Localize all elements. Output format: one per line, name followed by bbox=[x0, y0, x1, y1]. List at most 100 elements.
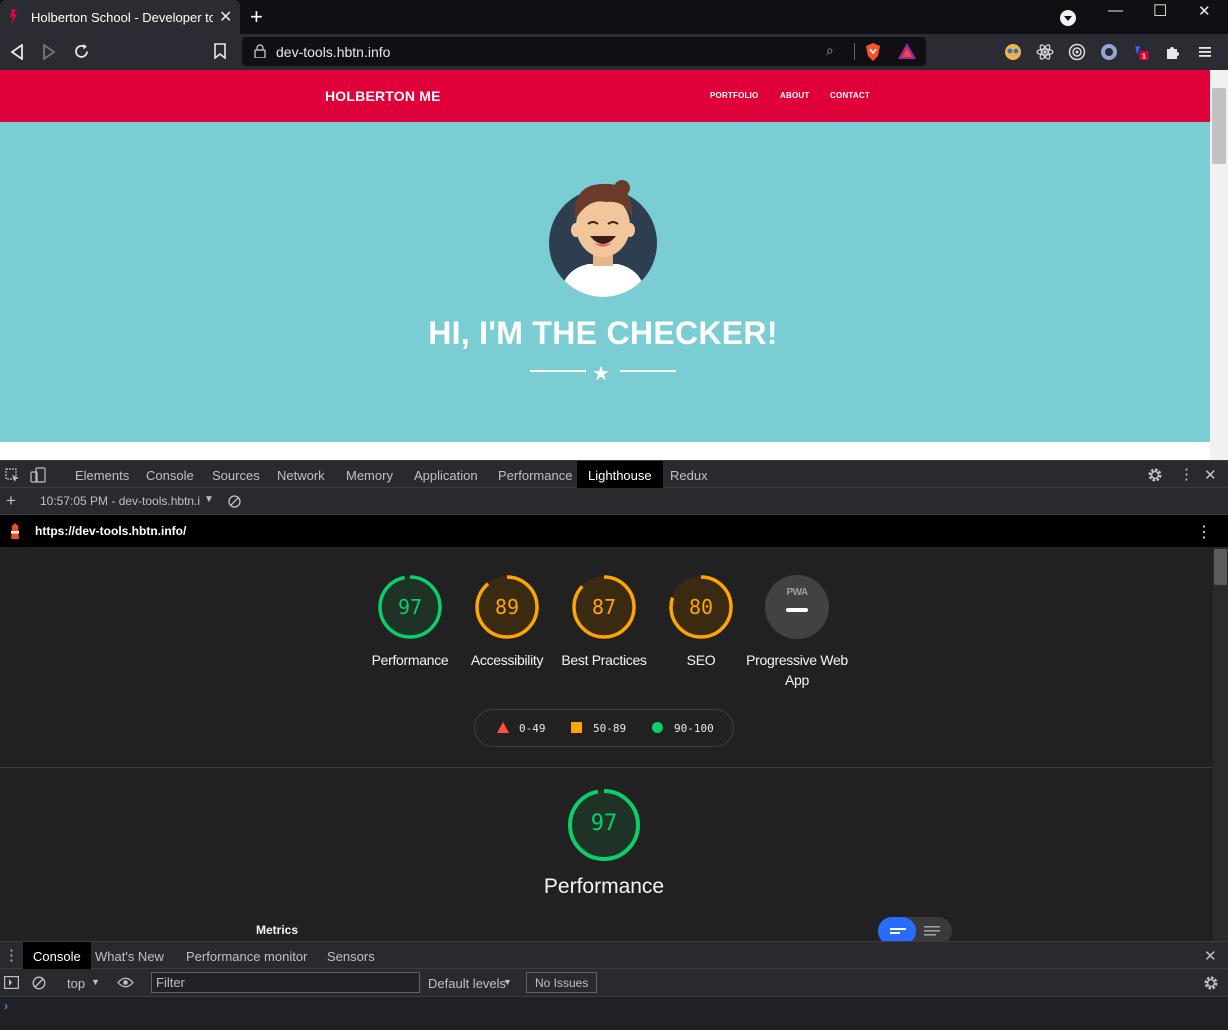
gauge-pwa[interactable]: PWA Progressive Web App bbox=[746, 575, 848, 705]
gauge-accessibility[interactable]: 89 Accessibility bbox=[462, 575, 552, 705]
close-drawer-icon[interactable]: ✕ bbox=[1204, 947, 1217, 965]
lighthouse-logo-icon bbox=[11, 523, 19, 539]
issues-button[interactable]: No Issues bbox=[526, 972, 598, 993]
gauge-score: 80 bbox=[688, 595, 714, 619]
console-toolbar: top ▼ Default levels ▼ No Issues bbox=[0, 969, 1228, 997]
address-separator bbox=[854, 43, 855, 60]
levels-chevron-down-icon[interactable]: ▼ bbox=[503, 977, 512, 987]
tab-application[interactable]: Application bbox=[414, 468, 478, 483]
context-selector[interactable]: top bbox=[67, 976, 85, 991]
tab-network[interactable]: Network bbox=[277, 468, 325, 483]
performance-section-score: 97 bbox=[590, 811, 618, 836]
page-scrollbar-thumb[interactable] bbox=[1212, 88, 1226, 164]
console-prompt[interactable]: › bbox=[4, 999, 8, 1013]
performance-section-gauge: 97 bbox=[566, 787, 642, 863]
react-devtools-icon[interactable] bbox=[1036, 43, 1054, 61]
gauge-best-practices[interactable]: 87 Best Practices bbox=[559, 575, 649, 705]
report-menu-icon[interactable]: ⋮ bbox=[1196, 522, 1212, 542]
extensions-puzzle-icon[interactable] bbox=[1164, 43, 1182, 61]
eye-icon[interactable] bbox=[117, 977, 134, 988]
clear-console-icon[interactable] bbox=[32, 976, 46, 990]
close-devtools-icon[interactable]: ✕ bbox=[1204, 466, 1217, 484]
back-icon[interactable] bbox=[10, 44, 24, 60]
browser-tab[interactable]: Holberton School - Developer tools ✕ bbox=[0, 0, 240, 34]
web-page-viewport: HOLBERTON ME PORTFOLIO ABOUT CONTACT HI,… bbox=[0, 70, 1228, 460]
reload-icon[interactable] bbox=[73, 43, 90, 60]
report-url[interactable]: https://dev-tools.hbtn.info/ bbox=[35, 524, 186, 538]
console-output[interactable]: › bbox=[0, 997, 1228, 1030]
tab-elements[interactable]: Elements bbox=[75, 468, 129, 483]
pwa-dash bbox=[786, 608, 808, 612]
tab-search-dropdown-icon[interactable] bbox=[1060, 10, 1076, 26]
device-toolbar-icon[interactable] bbox=[30, 467, 46, 483]
filter-field[interactable] bbox=[152, 973, 419, 992]
toggle-compact-view[interactable] bbox=[878, 917, 916, 941]
address-bar[interactable]: dev-tools.hbtn.info ⌕ bbox=[242, 37, 926, 66]
holberton-favicon-icon bbox=[10, 9, 17, 25]
sidebar-toggle-icon[interactable] bbox=[4, 976, 19, 989]
metrics-heading: Metrics bbox=[256, 923, 299, 937]
drawer-tab-performance-monitor[interactable]: Performance monitor bbox=[186, 949, 307, 964]
context-chevron-down-icon[interactable]: ▼ bbox=[91, 977, 100, 987]
new-report-icon[interactable]: + bbox=[6, 491, 16, 511]
gauge-label: Best Practices bbox=[561, 652, 647, 668]
more-options-icon[interactable]: ⋮ bbox=[1179, 465, 1194, 483]
report-scrollbar-thumb[interactable] bbox=[1214, 549, 1227, 585]
page-scrollbar[interactable] bbox=[1210, 70, 1228, 460]
expanded-view-icon[interactable] bbox=[924, 925, 940, 936]
log-levels-dropdown[interactable]: Default levels bbox=[428, 976, 506, 991]
url-text[interactable]: dev-tools.hbtn.info bbox=[276, 44, 390, 60]
gauge-seo[interactable]: 80 SEO bbox=[656, 575, 746, 705]
nav-link-about[interactable]: ABOUT bbox=[780, 91, 809, 100]
settings-gear-icon[interactable] bbox=[1147, 467, 1163, 483]
chevron-down-icon[interactable]: ▼ bbox=[204, 494, 214, 505]
site-brand[interactable]: HOLBERTON ME bbox=[325, 88, 441, 104]
console-filter-input[interactable] bbox=[151, 972, 420, 993]
extension-face-icon[interactable] bbox=[1004, 43, 1022, 61]
drawer-tab-whats-new[interactable]: What's New bbox=[95, 949, 164, 964]
gauge-performance[interactable]: 97 Performance bbox=[365, 575, 455, 705]
window-close-icon[interactable]: ✕ bbox=[1198, 2, 1211, 36]
blue-circle-extension-icon[interactable] bbox=[1100, 43, 1118, 61]
tab-console[interactable]: Console bbox=[146, 468, 194, 483]
minimize-icon[interactable]: — bbox=[1108, 2, 1123, 36]
notification-extension-icon[interactable]: 1 bbox=[1132, 43, 1150, 61]
nav-link-contact[interactable]: CONTACT bbox=[830, 91, 870, 100]
browser-tab-title: Holberton School - Developer tools bbox=[31, 10, 213, 25]
target-extension-icon[interactable] bbox=[1068, 43, 1086, 61]
drawer-menu-icon[interactable]: ⋮ bbox=[4, 946, 19, 964]
tab-lighthouse[interactable]: Lighthouse bbox=[577, 461, 663, 488]
tab-performance[interactable]: Performance bbox=[498, 468, 572, 483]
browser-menu-icon[interactable] bbox=[1196, 43, 1214, 61]
brave-shields-icon[interactable] bbox=[865, 43, 881, 61]
legend-average: 50-89 bbox=[593, 722, 627, 735]
avatar bbox=[549, 180, 657, 297]
tab-sources[interactable]: Sources bbox=[212, 468, 260, 483]
zoom-icon[interactable]: ⌕ bbox=[826, 42, 834, 59]
gauge-score: 87 bbox=[591, 595, 617, 619]
clear-reports-icon[interactable] bbox=[228, 495, 241, 508]
gauge-label: SEO bbox=[686, 652, 716, 668]
brave-rewards-icon[interactable] bbox=[898, 43, 916, 59]
legend-fail: 0-49 bbox=[519, 722, 546, 735]
drawer-tab-console[interactable]: Console bbox=[23, 942, 91, 969]
report-scrollbar[interactable] bbox=[1213, 547, 1228, 941]
lock-icon[interactable] bbox=[254, 44, 266, 58]
inspect-element-icon[interactable] bbox=[5, 468, 20, 483]
hero-title: HI, I'M THE CHECKER! bbox=[428, 315, 778, 351]
compact-view-icon bbox=[890, 928, 906, 934]
nav-link-portfolio[interactable]: PORTFOLIO bbox=[710, 91, 758, 100]
console-settings-gear-icon[interactable] bbox=[1203, 975, 1219, 991]
tab-redux[interactable]: Redux bbox=[670, 468, 708, 483]
maximize-icon[interactable]: ☐ bbox=[1153, 1, 1167, 35]
drawer-tab-sensors[interactable]: Sensors bbox=[327, 949, 375, 964]
score-legend: 0-49 50-89 90-100 bbox=[474, 709, 734, 747]
metrics-view-toggle[interactable] bbox=[878, 917, 952, 941]
close-tab-icon[interactable]: ✕ bbox=[219, 7, 232, 27]
tab-memory[interactable]: Memory bbox=[346, 468, 393, 483]
new-tab-icon[interactable]: + bbox=[250, 4, 263, 30]
report-selector[interactable]: 10:57:05 PM - dev-tools.hbtn.i bbox=[40, 494, 200, 508]
forward-icon[interactable] bbox=[42, 44, 56, 60]
bookmark-icon[interactable] bbox=[214, 43, 226, 59]
pwa-badge-text: PWA bbox=[786, 587, 808, 598]
